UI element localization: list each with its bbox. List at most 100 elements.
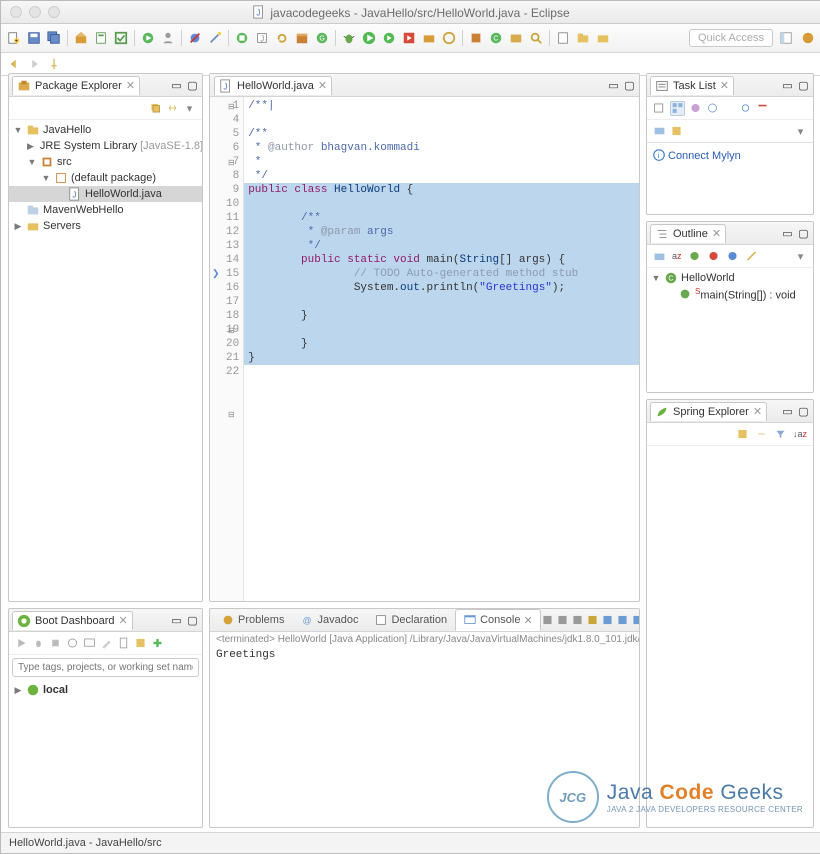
relaunch-icon[interactable] [139,29,157,47]
console-tab-javadoc[interactable]: @Javadoc [292,609,366,631]
coverage-icon[interactable]: G [313,29,331,47]
refresh-icon[interactable] [273,29,291,47]
console-tab-declaration[interactable]: Declaration [366,609,455,631]
debug-boot-icon[interactable] [32,637,45,650]
run-last-icon[interactable] [380,29,398,47]
resource-icon[interactable] [92,29,110,47]
boot-dashboard-tab[interactable]: Boot Dashboard ✕ [12,611,133,630]
hide-nonpublic-icon[interactable] [726,250,739,263]
save-icon[interactable] [25,29,43,47]
hide-fields-icon[interactable] [688,250,701,263]
back-icon[interactable] [5,55,23,73]
sync-icon[interactable] [739,102,752,115]
run-config-icon[interactable] [420,29,438,47]
package-explorer-tab[interactable]: Package Explorer ✕ [12,76,140,95]
folder2-icon[interactable] [594,29,612,47]
pin-icon[interactable] [45,55,63,73]
outline-item[interactable]: ▼CHelloWorld [647,270,813,286]
console-tab-problems[interactable]: Problems [213,609,292,631]
close-icon[interactable]: ✕ [318,79,327,92]
show-console-icon[interactable] [601,614,614,627]
scroll-lock-icon[interactable] [586,614,599,627]
tree-item[interactable]: ▶Servers [9,218,202,234]
outline-tab[interactable]: Outline ✕ [650,224,726,243]
link-editor-icon[interactable] [166,102,179,115]
zoom-dot[interactable] [48,6,60,18]
run-icon[interactable] [360,29,378,47]
pin-icon[interactable] [616,614,629,627]
open-task-icon[interactable] [507,29,525,47]
close-dot[interactable] [10,6,22,18]
close-icon[interactable]: ✕ [126,79,135,92]
spring-explorer-tab[interactable]: Spring Explorer ✕ [650,402,767,421]
clipboard-icon[interactable] [117,637,130,650]
folder-icon[interactable] [574,29,592,47]
hide-local-icon[interactable] [745,250,758,263]
tree-item[interactable]: MavenWebHello [9,202,202,218]
person-icon[interactable] [159,29,177,47]
search-icon[interactable] [527,29,545,47]
tree-item[interactable]: JHelloWorld.java [9,186,202,202]
link-icon[interactable] [755,428,768,441]
close-icon[interactable]: ✕ [720,79,729,92]
outline-item[interactable]: Smain(String[]) : void [647,286,813,303]
filter-boot-icon[interactable] [134,637,147,650]
filters-icon[interactable] [774,428,787,441]
remove-all-icon[interactable] [556,614,569,627]
tree-item[interactable]: ▼JavaHello [9,122,202,138]
view-menu-icon[interactable]: ▾ [794,250,807,263]
outline-tree[interactable]: ▼CHelloWorldSmain(String[]) : void [647,268,813,392]
editor-body[interactable]: 1⊟45⊟67891011⊟121314⊟15❯16171819202122 /… [210,97,639,601]
fwd-icon[interactable] [25,55,43,73]
collapse-icon[interactable] [756,102,769,115]
maximize-icon[interactable]: ▢ [797,405,810,418]
az-icon[interactable]: az [672,250,682,263]
quick-access-button[interactable]: Quick Access [689,29,773,47]
save-all-icon[interactable] [45,29,63,47]
maximize-icon[interactable]: ▢ [186,614,199,627]
az-icon[interactable]: ↓az [793,428,807,441]
tree-item[interactable]: ▼src [9,154,202,170]
hide-icon[interactable] [653,125,666,138]
maximize-icon[interactable]: ▢ [186,79,199,92]
minimize-dot[interactable] [29,6,41,18]
editor-tab[interactable]: J HelloWorld.java ✕ [214,76,332,95]
focus-icon[interactable] [706,102,719,115]
minimize-icon[interactable]: ▭ [781,79,794,92]
edit-icon[interactable] [100,637,113,650]
new-icon[interactable]: + [5,29,23,47]
clear-icon[interactable] [571,614,584,627]
start-icon[interactable] [15,637,28,650]
view-menu-icon[interactable]: ▾ [794,125,807,138]
display-icon[interactable] [631,614,640,627]
wand-icon[interactable] [206,29,224,47]
close-icon[interactable]: ✕ [753,405,762,418]
stop-boot-icon[interactable] [49,637,62,650]
history-icon[interactable] [440,29,458,47]
stop-icon[interactable] [233,29,251,47]
debug-icon[interactable] [340,29,358,47]
close-icon[interactable]: ✕ [712,227,721,240]
java-perspective-icon[interactable] [799,29,817,47]
bean-icon[interactable] [736,428,749,441]
package-tree[interactable]: ▼JavaHello▶JRE System Library [JavaSE-1.… [9,120,202,601]
package-icon[interactable] [293,29,311,47]
minimize-icon[interactable]: ▭ [170,79,183,92]
add-icon[interactable] [151,637,164,650]
schedule-icon[interactable] [689,102,702,115]
view-menu-icon[interactable]: ▾ [183,102,196,115]
external-tools-icon[interactable] [400,29,418,47]
boot-local-item[interactable]: ▶ local [9,682,202,698]
task-list-tab[interactable]: Task List ✕ [650,76,734,95]
maximize-icon[interactable]: ▢ [797,227,810,240]
tree-item[interactable]: ▼(default package) [9,170,202,186]
sort-icon[interactable] [653,250,666,263]
maximize-icon[interactable]: ▢ [797,79,810,92]
tree-item[interactable]: ▶JRE System Library [JavaSE-1.8] [9,138,202,154]
open-type-icon[interactable]: J [253,29,271,47]
minimize-icon[interactable]: ▭ [170,614,183,627]
new-package-icon[interactable] [467,29,485,47]
console-boot-icon[interactable] [83,637,96,650]
remove-launch-icon[interactable] [541,614,554,627]
categorize-icon[interactable] [670,101,685,116]
